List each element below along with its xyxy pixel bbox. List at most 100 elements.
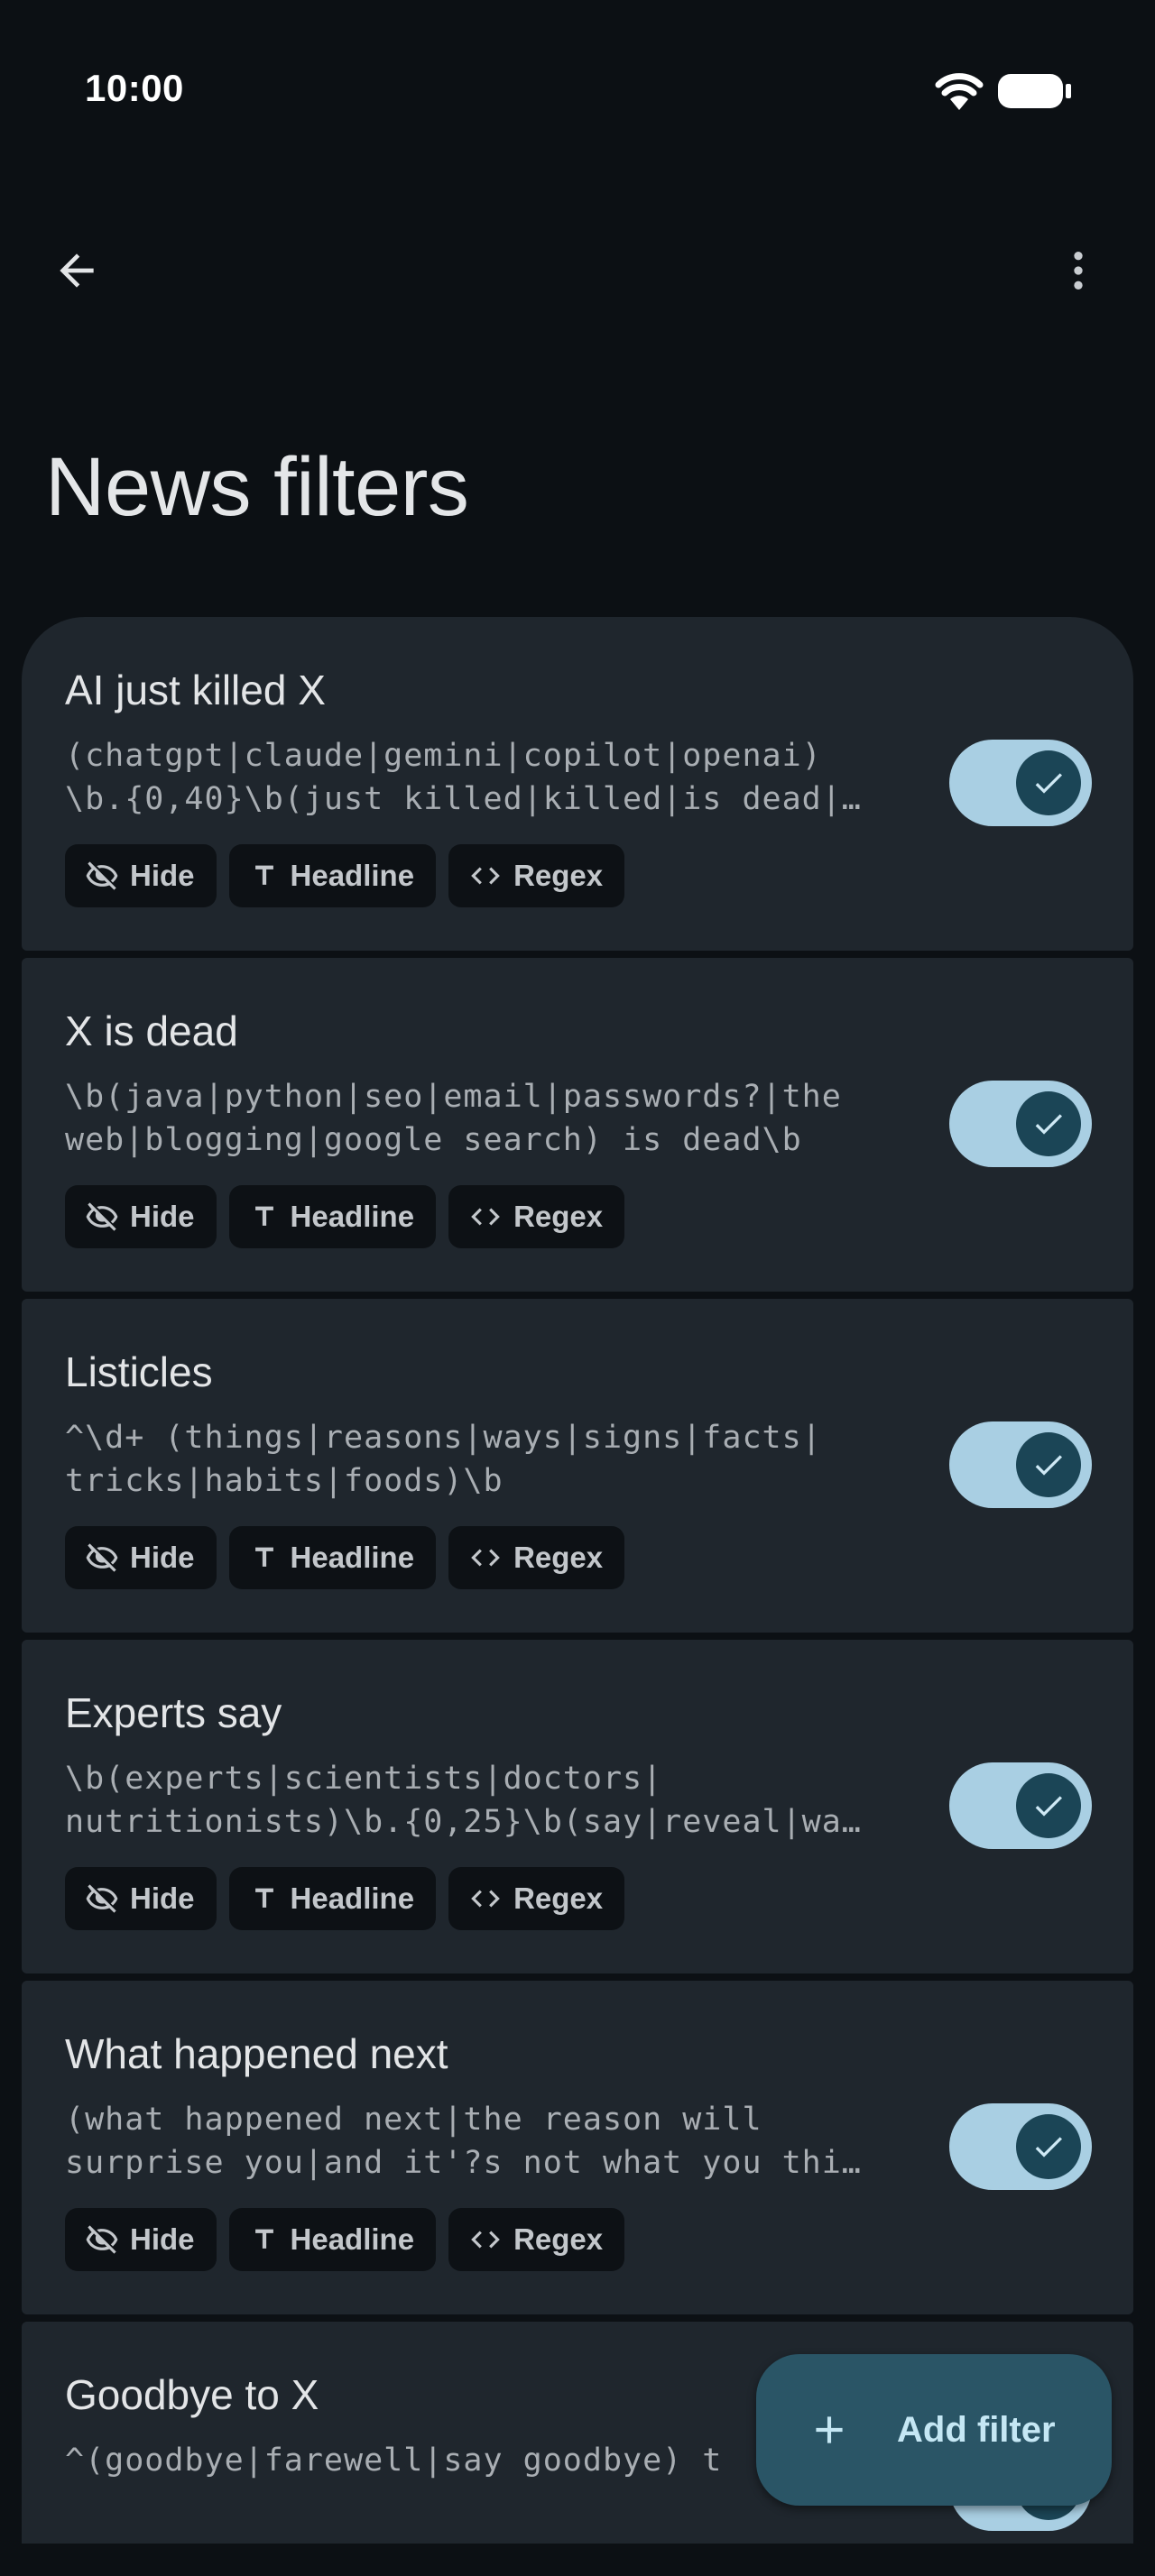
filter-pattern-line: ^\d+ (things|reasons|ways|signs|facts| [65,1420,822,1456]
filter-enabled-toggle[interactable] [949,1762,1092,1849]
type-chip: Regex [448,1185,625,1248]
check-icon [1035,773,1062,794]
check-icon [1035,1114,1062,1135]
filter-name: X is dead [65,1007,238,1054]
check-icon [1035,1796,1062,1817]
target-chip-label: Headline [290,2222,415,2256]
toggle-thumb [1016,1773,1081,1838]
type-chip: Regex [448,1867,625,1930]
filter-enabled-toggle[interactable] [949,1081,1092,1167]
action-chip-label: Hide [130,2222,195,2256]
battery-icon [998,74,1071,108]
filter-pattern-line: \b.{0,40}\b(just killed|killed|is dead|… [65,781,862,817]
toggle-thumb [1016,2114,1081,2179]
filter-pattern: \b(java|python|seo|email|passwords?|the w… [65,1075,922,1162]
filter-enabled-toggle[interactable] [949,1421,1092,1508]
filter-chips: Hide Headline Regex [65,1867,625,1930]
arrow-back-icon [60,253,94,288]
check-icon [1035,1455,1062,1476]
filter-enabled-toggle[interactable] [949,2103,1092,2190]
action-chip-label: Hide [130,1200,195,1233]
filter-name: Goodbye to X [65,2371,319,2418]
action-chip-label: Hide [130,1881,195,1915]
title-icon [254,2229,273,2249]
target-chip-label: Headline [290,1881,415,1915]
filter-pattern-line: \b(java|python|seo|email|passwords?|the [65,1079,842,1115]
target-chip-label: Headline [290,1200,415,1233]
filter-name: Listicles [65,1348,213,1395]
target-chip: Headline [228,1867,437,1930]
filter-pattern-line: (what happened next|the reason will [65,2102,762,2138]
type-chip-label: Regex [513,2222,604,2256]
title-icon [254,865,273,885]
filter-chips: Hide Headline Regex [65,2208,625,2271]
filter-pattern-line: nutritionists)\b.{0,25}\b(say|reveal|wa… [65,1804,862,1840]
target-chip: Headline [228,2208,437,2271]
toggle-thumb [1016,750,1081,815]
check-icon [1035,2137,1062,2157]
add-filter-button[interactable]: Add filter [756,2354,1112,2506]
action-chip: Hide [65,1867,217,1930]
type-chip: Regex [448,844,625,907]
action-chip: Hide [65,844,217,907]
filter-card[interactable]: Experts say \b(experts|scientists|doctors… [22,1640,1133,1973]
filter-card[interactable]: What happened next (what happened next|th… [22,1981,1133,2314]
filter-card[interactable]: AI just killed X (chatgpt|claude|gemini|c… [22,617,1133,951]
title-icon [254,1206,273,1226]
filter-card[interactable]: Listicles ^\d+ (things|reasons|ways|signs… [22,1299,1133,1633]
action-chip: Hide [65,1185,217,1248]
filter-chips: Hide Headline Regex [65,844,625,907]
visibility-off-icon [86,1543,118,1572]
filter-pattern: \b(experts|scientists|doctors| nutritioni… [65,1757,922,1844]
code-icon [471,1549,500,1567]
type-chip-label: Regex [513,859,604,892]
code-icon [471,2231,500,2249]
type-chip-label: Regex [513,1881,604,1915]
target-chip: Headline [228,844,437,907]
top-app-bar [0,216,1155,325]
status-time: 10:00 [85,67,184,109]
filter-pattern-line: surprise you|and it'?s not what you thi… [65,2145,862,2181]
filter-name: Experts say [65,1689,282,1736]
visibility-off-icon [86,861,118,890]
type-chip-label: Regex [513,1541,604,1574]
target-chip: Headline [228,1526,437,1589]
visibility-off-icon [86,2225,118,2254]
filter-pattern-line: \b(experts|scientists|doctors| [65,1761,663,1797]
more-vert-icon [1074,252,1083,290]
toggle-thumb [1016,1432,1081,1497]
type-chip: Regex [448,2208,625,2271]
type-chip-label: Regex [513,1200,604,1233]
action-chip: Hide [65,1526,217,1589]
wifi-icon [935,73,984,110]
action-chip-label: Hide [130,859,195,892]
filter-card[interactable]: X is dead \b(java|python|seo|email|passwo… [22,958,1133,1292]
filter-pattern: (chatgpt|claude|gemini|copilot|openai) \b… [65,734,922,821]
more-options-button[interactable] [1038,235,1119,307]
back-button[interactable] [36,235,117,307]
target-chip-label: Headline [290,859,415,892]
code-icon [471,1890,500,1908]
target-chip-label: Headline [290,1541,415,1574]
add-filter-label: Add filter [897,2409,1056,2450]
visibility-off-icon [86,1884,118,1913]
visibility-off-icon [86,1202,118,1231]
toggle-thumb [1016,1091,1081,1156]
code-icon [471,1208,500,1226]
title-icon [254,1547,273,1567]
status-bar: 10:00 [0,0,1155,180]
filter-pattern: (what happened next|the reason will surpr… [65,2098,922,2185]
filter-pattern-line: (chatgpt|claude|gemini|copilot|openai) [65,738,822,774]
filter-enabled-toggle[interactable] [949,740,1092,826]
type-chip: Regex [448,1526,625,1589]
filter-name: AI just killed X [65,667,326,713]
filter-chips: Hide Headline Regex [65,1185,625,1248]
filter-pattern: ^\d+ (things|reasons|ways|signs|facts| tr… [65,1416,922,1503]
action-chip: Hide [65,2208,217,2271]
plus-icon [816,2416,843,2443]
action-chip-label: Hide [130,1541,195,1574]
filter-chips: Hide Headline Regex [65,1526,625,1589]
target-chip: Headline [228,1185,437,1248]
filter-pattern-line: tricks|habits|foods)\b [65,1463,504,1499]
page-title: News filters [45,441,469,533]
